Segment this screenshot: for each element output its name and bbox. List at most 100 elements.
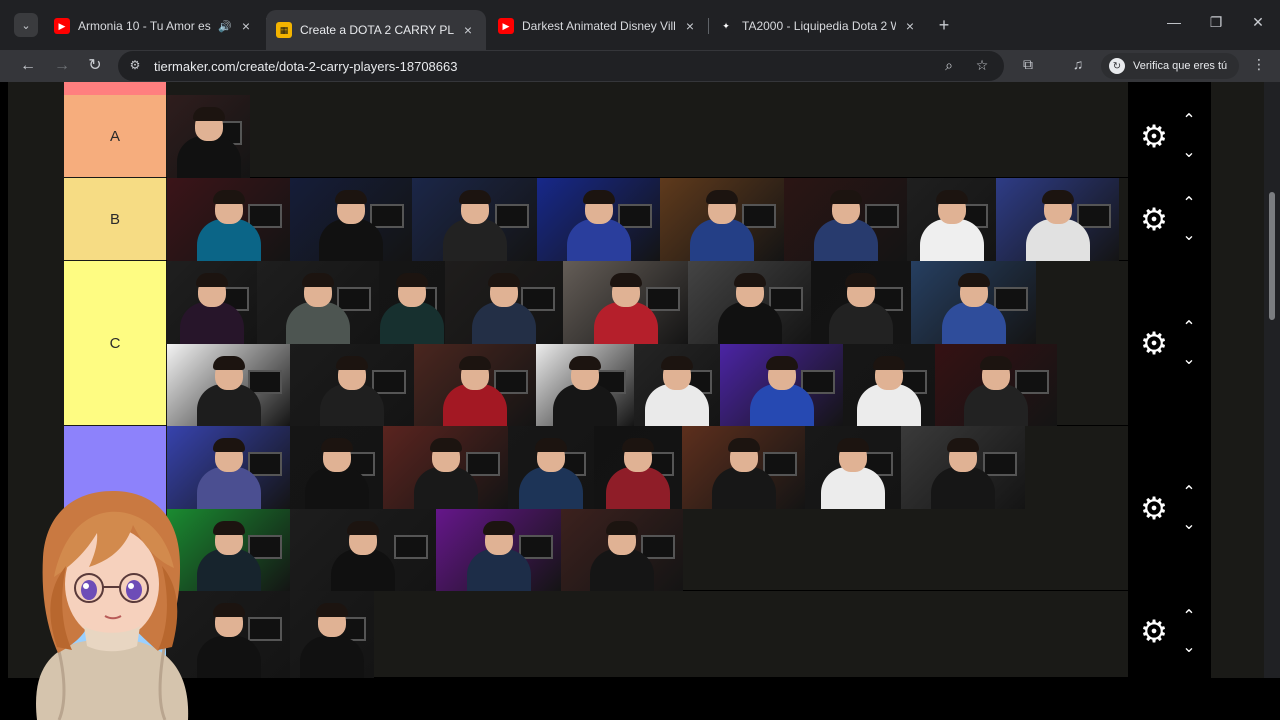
player-image[interactable] bbox=[290, 426, 383, 509]
player-image[interactable] bbox=[379, 261, 445, 344]
player-image[interactable] bbox=[167, 178, 290, 261]
tab-tiermaker[interactable]: ▦ Create a DOTA 2 CARRY PLAYER × bbox=[266, 10, 486, 50]
player-image[interactable] bbox=[784, 178, 907, 261]
player-image[interactable] bbox=[290, 509, 436, 591]
chevron-down-icon[interactable]: ⌄ bbox=[1178, 639, 1200, 657]
player-image[interactable] bbox=[660, 178, 784, 261]
player-body-shape bbox=[813, 219, 878, 261]
player-hair-shape bbox=[429, 438, 462, 452]
gear-icon[interactable]: ⚙ bbox=[1138, 616, 1170, 648]
tier-label-b[interactable]: B bbox=[64, 178, 166, 261]
reload-icon[interactable]: ↻ bbox=[84, 55, 106, 77]
player-image[interactable] bbox=[805, 426, 901, 509]
tier-label-a[interactable]: A bbox=[64, 95, 166, 178]
chevron-down-icon[interactable]: ⌄ bbox=[1178, 516, 1200, 534]
player-image[interactable] bbox=[563, 261, 688, 344]
gear-icon[interactable]: ⚙ bbox=[1138, 328, 1170, 360]
tab-search-button[interactable]: ⌄ bbox=[14, 13, 38, 37]
back-icon[interactable]: ← bbox=[17, 55, 39, 77]
player-body-shape bbox=[180, 302, 244, 344]
tab-liquipedia[interactable]: ✦ TA2000 - Liquipedia Dota 2 Wi × bbox=[708, 10, 928, 42]
media-control-icon[interactable]: ♫ bbox=[1068, 56, 1088, 76]
bookmark-star-icon[interactable]: ☆ bbox=[973, 57, 991, 75]
player-image[interactable] bbox=[720, 344, 843, 426]
player-image[interactable] bbox=[682, 426, 805, 509]
player-image[interactable] bbox=[167, 261, 257, 344]
player-body-shape bbox=[590, 549, 654, 591]
close-tab-icon[interactable]: × bbox=[902, 18, 918, 34]
player-body-shape bbox=[319, 219, 383, 261]
player-image[interactable] bbox=[414, 344, 536, 426]
player-hair-shape bbox=[535, 438, 567, 452]
chevron-up-icon[interactable]: ⌃ bbox=[1178, 195, 1200, 213]
address-bar[interactable]: ⚙ tiermaker.com/create/dota-2-carry-play… bbox=[118, 51, 1004, 81]
player-image[interactable] bbox=[257, 261, 379, 344]
player-hair-shape bbox=[706, 190, 738, 204]
menu-icon[interactable]: ⋮ bbox=[1249, 56, 1269, 76]
player-image[interactable] bbox=[445, 261, 563, 344]
url-text[interactable]: tiermaker.com/create/dota-2-carry-player… bbox=[154, 59, 457, 74]
speaker-icon[interactable]: 🔊 bbox=[218, 20, 232, 33]
site-info-icon[interactable]: ⚙ bbox=[126, 58, 144, 74]
player-image[interactable] bbox=[634, 344, 720, 426]
chevron-down-icon[interactable]: ⌄ bbox=[1178, 144, 1200, 162]
page-scrollbar[interactable] bbox=[1264, 82, 1280, 678]
player-body-shape bbox=[829, 302, 893, 344]
chevron-up-icon[interactable]: ⌃ bbox=[1178, 608, 1200, 626]
forward-icon[interactable]: → bbox=[51, 55, 73, 77]
player-body-shape bbox=[645, 384, 709, 426]
player-image[interactable] bbox=[537, 178, 660, 261]
tab-armonia[interactable]: ▶ Armonia 10 - Tu Amor es u 🔊 × bbox=[44, 10, 264, 42]
restore-icon[interactable]: ❐ bbox=[1206, 14, 1226, 31]
player-image[interactable] bbox=[412, 178, 537, 261]
player-image[interactable] bbox=[436, 509, 561, 591]
new-tab-button[interactable]: + bbox=[933, 14, 955, 36]
player-image[interactable] bbox=[536, 344, 634, 426]
player-hair-shape bbox=[335, 190, 367, 204]
tier-row-a[interactable] bbox=[166, 95, 1128, 178]
gear-icon[interactable]: ⚙ bbox=[1138, 121, 1170, 153]
player-hair-shape bbox=[727, 438, 760, 452]
close-tab-icon[interactable]: × bbox=[460, 22, 476, 38]
player-image[interactable] bbox=[911, 261, 1036, 344]
close-window-icon[interactable]: ✕ bbox=[1248, 14, 1268, 31]
chevron-up-icon[interactable]: ⌃ bbox=[1178, 484, 1200, 502]
player-image[interactable] bbox=[290, 178, 412, 261]
extensions-icon[interactable]: ⧉ bbox=[1018, 56, 1038, 76]
player-image[interactable] bbox=[811, 261, 911, 344]
player-image[interactable] bbox=[290, 591, 374, 678]
player-image[interactable] bbox=[167, 344, 290, 426]
tab-disney[interactable]: ▶ Darkest Animated Disney Villain × bbox=[488, 10, 708, 42]
monitor-shape bbox=[646, 287, 680, 311]
monitor-shape bbox=[248, 370, 282, 394]
player-image[interactable] bbox=[935, 344, 1057, 426]
close-tab-icon[interactable]: × bbox=[238, 18, 254, 34]
minimize-icon[interactable]: — bbox=[1164, 14, 1184, 30]
gear-icon[interactable]: ⚙ bbox=[1138, 493, 1170, 525]
player-body-shape bbox=[717, 302, 782, 344]
chevron-up-icon[interactable]: ⌃ bbox=[1178, 319, 1200, 337]
player-image[interactable] bbox=[594, 426, 682, 509]
player-hair-shape bbox=[316, 603, 348, 617]
zoom-icon[interactable]: ⌕ bbox=[940, 57, 958, 75]
player-image[interactable] bbox=[901, 426, 1025, 509]
player-hair-shape bbox=[212, 521, 245, 535]
profile-chip[interactable]: ↻ Verifica que eres tú bbox=[1101, 53, 1239, 79]
gear-icon[interactable]: ⚙ bbox=[1138, 204, 1170, 236]
chevron-down-icon[interactable]: ⌄ bbox=[1178, 227, 1200, 245]
player-image[interactable] bbox=[383, 426, 508, 509]
chevron-up-icon[interactable]: ⌃ bbox=[1178, 112, 1200, 130]
close-tab-icon[interactable]: × bbox=[682, 18, 698, 34]
player-image[interactable] bbox=[843, 344, 935, 426]
chevron-down-icon[interactable]: ⌄ bbox=[1178, 351, 1200, 369]
player-body-shape bbox=[413, 467, 478, 509]
tier-label-c[interactable]: C bbox=[64, 261, 166, 426]
player-image[interactable] bbox=[508, 426, 594, 509]
player-image[interactable] bbox=[907, 178, 996, 261]
scrollbar-thumb[interactable] bbox=[1269, 192, 1275, 320]
player-image[interactable] bbox=[996, 178, 1119, 261]
player-image[interactable] bbox=[290, 344, 414, 426]
player-image[interactable] bbox=[167, 95, 250, 178]
player-image[interactable] bbox=[561, 509, 683, 591]
player-image[interactable] bbox=[688, 261, 811, 344]
